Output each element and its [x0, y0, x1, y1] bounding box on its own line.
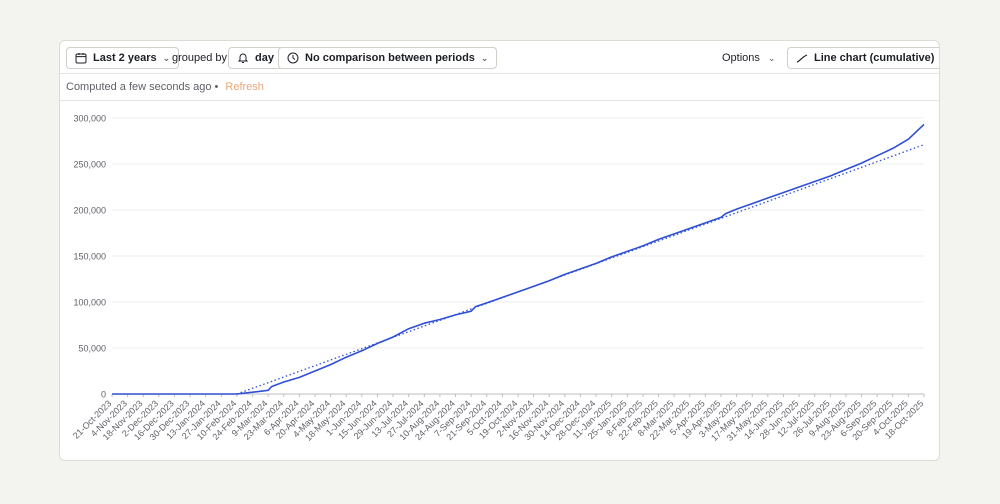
toolbar: Last 2 years ⌄ grouped by day No compari…: [60, 41, 939, 74]
interval-label: day: [255, 52, 274, 64]
y-tick-label: 50,000: [78, 344, 106, 354]
insight-card: Last 2 years ⌄ grouped by day No compari…: [59, 40, 940, 461]
comparison-button[interactable]: No comparison between periods ⌄: [278, 47, 498, 69]
interval-button[interactable]: day: [228, 47, 283, 69]
y-tick-label: 100,000: [73, 298, 106, 308]
status-bar: Computed a few seconds ago • Refresh: [60, 74, 939, 101]
chart-type-button[interactable]: Line chart (cumulative) ⌄: [787, 47, 939, 69]
options-button[interactable]: Options ⌄: [722, 47, 775, 69]
chevron-down-icon: ⌄: [767, 52, 776, 63]
y-tick-label: 300,000: [73, 114, 106, 124]
line-chart: 0 50,000 100,000 150,000 200,000 250,000 300,0…: [71, 114, 925, 443]
y-tick-label: 150,000: [73, 252, 106, 262]
chevron-down-icon: ⌄: [162, 52, 171, 63]
y-tick-label: 0: [101, 390, 106, 400]
calendar-icon: [75, 52, 87, 64]
chevron-down-icon: ⌄: [480, 52, 489, 63]
comparison-label: No comparison between periods: [305, 52, 475, 64]
cumulative-series-line: [112, 123, 925, 395]
grouped-by-label: grouped by: [172, 52, 228, 64]
trend-line: [236, 144, 925, 395]
options-label: Options: [722, 52, 760, 64]
line-chart-icon: [796, 52, 808, 64]
computed-status: Computed a few seconds ago: [66, 81, 212, 93]
bell-icon: [237, 52, 249, 64]
y-tick-label: 250,000: [73, 160, 106, 170]
refresh-link[interactable]: Refresh: [225, 81, 264, 93]
date-range-label: Last 2 years: [93, 52, 157, 64]
chart-type-label: Line chart (cumulative): [814, 52, 935, 64]
clock-icon: [287, 52, 299, 64]
date-range-button[interactable]: Last 2 years ⌄: [66, 47, 180, 69]
y-tick-label: 200,000: [73, 206, 106, 216]
status-separator: •: [214, 81, 219, 93]
